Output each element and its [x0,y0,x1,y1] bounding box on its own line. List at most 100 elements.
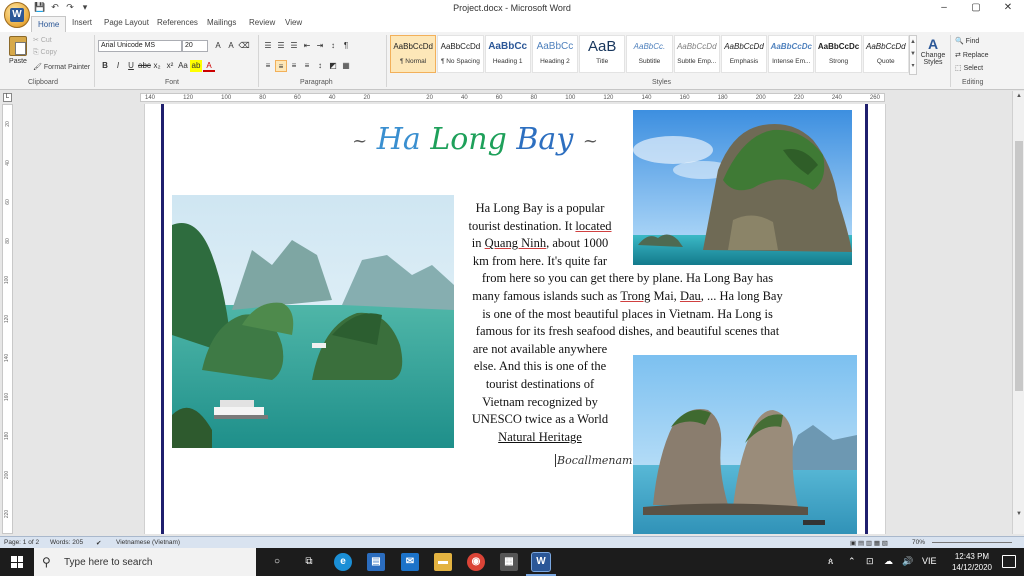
cortana-icon[interactable]: ○ [268,553,286,571]
paragraph-narrow-bottom[interactable]: are not available anywhere else. And thi… [455,341,625,447]
style-quote[interactable]: AaBbCcDd Quote [862,35,909,73]
photo-ha-long-bay[interactable] [172,195,454,448]
paragraph-wide[interactable]: from here so you can get there by plane.… [455,270,800,340]
style-emphasis[interactable]: AaBbCcDd Emphasis [720,35,768,73]
style-heading-1[interactable]: AaBbCc Heading 1 [484,35,531,73]
maximize-button[interactable]: ▢ [960,0,992,16]
style-heading-2[interactable]: AaBbCc Heading 2 [531,35,579,73]
multilevel-list-button[interactable]: ☰ [288,40,300,52]
zoom-level[interactable]: 70% [912,539,925,546]
cut-button[interactable]: ✂ Cut [33,36,52,44]
change-styles-button[interactable]: A Change Styles [919,36,947,66]
scroll-up-icon[interactable]: ▲ [1013,93,1024,103]
justify-button[interactable]: ≡ [301,60,313,72]
tab-home[interactable]: Home [31,16,67,32]
strikethrough-button[interactable]: abc [138,60,151,72]
vertical-scrollbar[interactable]: ▲ ▼ [1012,91,1024,534]
style-subtitle[interactable]: AaBbCc. Subtitle [626,35,673,73]
notification-icon[interactable] [1002,555,1016,568]
zoom-slider[interactable] [932,542,1012,543]
input-language[interactable]: VIE [922,556,937,566]
subscript-button[interactable]: x₂ [151,60,163,72]
scroll-down-icon[interactable]: ▼ [1013,511,1024,521]
increase-indent-button[interactable]: ⇥ [314,40,326,52]
clock[interactable]: 12:43 PM 14/12/2020 [952,551,992,573]
align-left-button[interactable]: ≡ [262,60,274,72]
superscript-button[interactable]: x² [164,60,176,72]
word-count[interactable]: Words: 205 [50,539,83,546]
clear-formatting-button[interactable]: ⌫ [238,40,250,52]
tray-chevron-icon[interactable]: ⌃ [848,556,856,567]
highlight-button[interactable]: ab [190,60,202,72]
tab-selector[interactable]: L [3,93,12,102]
language[interactable]: Vietnamese (Vietnam) [116,539,180,546]
document-page[interactable]: ~ Ha Long Bay ~ Ha Long Bay is a popular… [144,104,886,534]
style-no-spacing[interactable]: AaBbCcDd ¶ No Spacing [437,35,484,73]
office-button[interactable]: W [4,2,30,28]
spellcheck-icon[interactable]: ✔ [96,539,101,547]
numbering-button[interactable]: ☰ [275,40,287,52]
tab-review[interactable]: Review [249,18,275,27]
paste-button[interactable]: Paste [6,36,30,65]
grow-font-button[interactable]: A [212,40,224,52]
borders-button[interactable]: ▦ [340,60,352,72]
word-taskbar-icon[interactable]: W [531,552,551,572]
taskbar: ⚲ Type here to search ○ ⧉ e ▤ ✉ ▬ ◉ ▦ W … [0,548,1024,576]
network-icon[interactable]: ⊡ [866,556,874,567]
close-button[interactable]: ✕ [992,0,1024,16]
task-view-icon[interactable]: ⧉ [300,553,318,571]
taskbar-search[interactable]: ⚲ Type here to search [34,548,256,576]
vertical-ruler[interactable]: 20 40 60 80 100 120 140 160 180 200 220 [2,104,13,534]
style-subtle-emphasis[interactable]: AaBbCcDd Subtle Emp... [673,35,720,73]
change-case-button[interactable]: Aa [177,60,189,72]
style-intense-emphasis[interactable]: AaBbCcDc Intense Em... [768,35,815,73]
copy-button[interactable]: ⎘ Copy [33,49,57,57]
paragraph-narrow-top[interactable]: Ha Long Bay is a popular tourist destina… [455,200,625,270]
minimize-button[interactable]: – [928,0,960,16]
volume-icon[interactable]: 🔊 [902,556,913,567]
file-explorer-icon[interactable]: ▬ [434,553,452,571]
bullets-button[interactable]: ☰ [262,40,274,52]
line-spacing-button[interactable]: ↕ [314,60,326,72]
align-center-button[interactable]: ≡ [275,60,287,72]
view-buttons[interactable]: ▣ ▤ ▥ ▦ ▧ [850,539,888,547]
shading-button[interactable]: ◩ [327,60,339,72]
photo-fighting-cocks[interactable] [633,355,857,534]
chrome-icon[interactable]: ◉ [467,553,485,571]
horizontal-ruler[interactable]: 140 120 100 80 60 40 20 20 40 60 80 100 120 140 160 180… [140,93,885,102]
replace-button[interactable]: ⇄ Replace [955,51,989,59]
tab-page-layout[interactable]: Page Layout [104,18,149,27]
store-icon[interactable]: ▤ [367,553,385,571]
style-strong[interactable]: AaBbCcDc Strong [815,35,862,73]
underline-button[interactable]: U [125,60,137,72]
align-right-button[interactable]: ≡ [288,60,300,72]
shrink-font-button[interactable]: A [225,40,237,52]
app-icon[interactable]: ▦ [500,553,518,571]
tab-insert[interactable]: Insert [72,18,92,27]
bold-button[interactable]: B [99,60,111,72]
people-icon[interactable]: ጰ [828,556,833,567]
tab-view[interactable]: View [285,18,302,27]
find-button[interactable]: 🔍 Find [955,37,979,45]
styles-gallery-scroll[interactable]: ▲ ▼ ▾ [909,35,917,75]
font-name-box[interactable]: Arial Unicode MS [98,40,182,52]
sort-button[interactable]: ↕ [327,40,339,52]
tab-mailings[interactable]: Mailings [207,18,236,27]
style-title[interactable]: AaB Title [579,35,626,73]
font-color-button[interactable]: A [203,60,215,72]
decrease-indent-button[interactable]: ⇤ [301,40,313,52]
start-button[interactable] [0,548,34,576]
style-normal[interactable]: AaBbCcDd ¶ Normal [390,35,437,73]
show-marks-button[interactable]: ¶ [340,40,352,52]
select-button[interactable]: ⬚ Select [955,64,983,72]
photo-island-rock[interactable] [633,110,852,265]
page-count[interactable]: Page: 1 of 2 [4,539,39,546]
tab-references[interactable]: References [157,18,198,27]
font-size-box[interactable]: 20 [182,40,208,52]
edge-icon[interactable]: e [334,553,352,571]
italic-button[interactable]: I [112,60,124,72]
format-painter-button[interactable]: 🖌 Format Painter [33,63,90,71]
mail-icon[interactable]: ✉ [401,553,419,571]
scroll-thumb[interactable] [1015,141,1023,391]
cloud-icon[interactable]: ☁ [884,556,893,567]
